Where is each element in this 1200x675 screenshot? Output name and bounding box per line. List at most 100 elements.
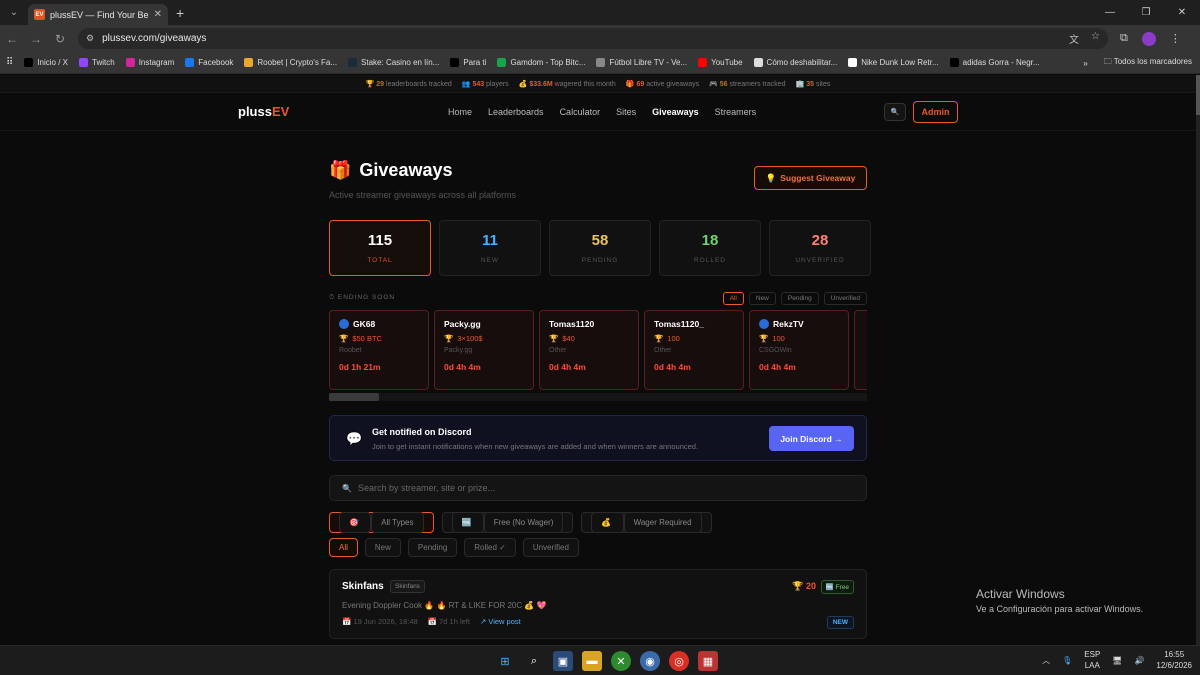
bookmark-item[interactable]: Nike Dunk Low Retr... [848,58,939,67]
volume-icon[interactable]: 🔊 [1134,656,1144,665]
nav-link-leaderboards[interactable]: Leaderboards [488,107,544,117]
extensions-icon[interactable]: ⧉ [1120,32,1128,45]
bookmark-item[interactable]: Fútbol Libre TV - Ve... [596,58,687,67]
page-subtitle: Active streamer giveaways across all pla… [329,190,517,200]
type-filter-1[interactable]: 🆓 Free (No Wager) [441,512,574,533]
status-filter-3[interactable]: Rolled ✓ [464,538,516,557]
app-icon-red[interactable]: ▦ [698,651,718,671]
reload-icon[interactable]: ↻ [48,32,72,46]
nav-link-calculator[interactable]: Calculator [560,107,601,117]
tab-search-icon[interactable]: ⌄ [0,0,28,25]
bookmark-item[interactable]: Cómo deshabilitar... [753,58,837,67]
language-indicator[interactable]: ESP LAA [1084,649,1100,671]
bookmark-item[interactable]: Roobet | Crypto's Fa... [244,58,337,67]
giveaway-card[interactable]: Tomas1120_ 🏆 100 Other 0d 4h 4m [644,310,744,390]
close-window-icon[interactable]: ✕ [1164,0,1200,25]
tab-close-icon[interactable]: ✕ [154,9,162,20]
status-filter-0[interactable]: All [329,538,358,557]
bookmark-item[interactable]: Inicio / X [24,58,68,67]
type-filter-2[interactable]: 💰 Wager Required [581,512,712,533]
ending-filter-new[interactable]: New [748,292,776,305]
omnibox[interactable]: ⚙ plussev.com/giveaways 文 ☆ [78,28,1108,49]
maximize-icon[interactable]: ❐ [1128,0,1164,25]
giveaway-card[interactable]: GK68 🏆 $50 BTC Roobet 0d 1h 21m [329,310,429,390]
bookmark-item[interactable]: Para ti [450,58,486,67]
new-tab-icon[interactable]: + [176,5,184,21]
giveaway-entry[interactable]: Skinfans Skinfans Evening Doppler Cook 🔥… [329,569,867,639]
clock[interactable]: 16:55 12/6/2026 [1156,649,1192,671]
giveaway-card[interactable]: Tomas1120 🏆 $40 Other 0d 4h 4m [539,310,639,390]
start-icon[interactable]: ⊞ [495,651,515,671]
file-explorer-icon[interactable]: ▬ [582,651,602,671]
tray-chevron-icon[interactable]: ︿ [1042,655,1050,666]
all-bookmarks[interactable]: 🗀 Todos los marcadores [1104,56,1192,70]
view-post-link[interactable]: ↗ View post [480,617,521,626]
giveaway-card[interactable]: RekzTV 🏆 100 CSGOWin 0d 4h 4m [749,310,849,390]
apps-icon[interactable]: ⠿ [6,57,13,68]
bookmark-item[interactable]: Gamdom - Top Bitc... [497,58,585,67]
ending-filter-all[interactable]: All [722,292,744,305]
suggest-giveaway-button[interactable]: 💡 Suggest Giveaway [754,166,867,190]
clock-time: 16:55 [1164,650,1185,659]
stat-card-new[interactable]: 11 NEW [439,220,541,276]
site-search-icon[interactable]: 🔍 [884,102,906,121]
xbox-icon[interactable]: ✕ [611,651,631,671]
profile-avatar[interactable] [1141,31,1156,46]
ending-filter-pending[interactable]: Pending [780,292,819,305]
giveaway-search-input[interactable] [357,483,758,493]
free-badge: 🆓 Free [820,580,854,594]
site-logo[interactable]: plussEV [238,104,289,119]
nav-link-sites[interactable]: Sites [616,107,636,117]
nav-link-home[interactable]: Home [448,107,472,117]
stat-card-rolled[interactable]: 18 ROLLED [659,220,761,276]
bookmark-star-icon[interactable]: ☆ [1091,31,1100,46]
bookmark-label: Stake: Casino en lín... [361,58,440,67]
bookmark-item[interactable]: adidas Gorra - Negr... [949,58,1040,67]
search-icon[interactable]: ⌕ [524,651,544,671]
stat-card-unverified[interactable]: 28 UNVERIFIED [769,220,871,276]
app-icon[interactable]: ◉ [640,651,660,671]
bookmark-item[interactable]: YouTube [698,58,743,67]
forward-icon[interactable]: → [24,32,48,46]
free-icon: 🆓 [825,584,834,591]
status-filter-2[interactable]: Pending [407,538,458,557]
admin-button[interactable]: Admin [913,100,958,123]
status-filter-4[interactable]: Unverified [522,538,579,557]
cards-scrollbar[interactable] [329,393,867,401]
microphone-icon[interactable]: 🎙 [1062,656,1072,665]
browser-tab[interactable]: EV plussEV — Find Your Best Leade ✕ [28,4,168,25]
chrome-icon[interactable]: ◎ [669,651,689,671]
type-filter-label: Free (No Wager) [483,512,564,533]
bookmark-label: Nike Dunk Low Retr... [861,58,939,67]
cards-scrollbar-thumb[interactable] [329,393,379,401]
bookmark-item[interactable]: Facebook [185,58,233,67]
store-icon[interactable]: ▣ [553,651,573,671]
giveaway-card[interactable]: Packy.gg 🏆 3×100$ Packy.gg 0d 4h 4m [434,310,534,390]
ending-filter-unverified[interactable]: Unverified [823,292,867,305]
stat-card-total[interactable]: 115 TOTAL [329,220,431,276]
bookmark-item[interactable]: Stake: Casino en lín... [348,58,439,67]
network-icon[interactable]: 🖥 [1112,656,1122,665]
bookmarks-overflow-icon[interactable]: » [1083,59,1087,68]
bookmark-item[interactable]: Instagram [125,58,174,67]
giveaway-card-partial[interactable] [854,310,867,390]
site-info-icon[interactable]: ⚙ [86,33,94,44]
status-filter-1[interactable]: New [364,538,401,557]
entry-streamer-name[interactable]: Skinfans [342,581,384,592]
stat-card-pending[interactable]: 58 PENDING [549,220,651,276]
browser-menu-icon[interactable]: ⋮ [1170,32,1181,45]
back-icon[interactable]: ← [0,32,24,46]
join-discord-button[interactable]: Join Discord → [769,426,854,451]
url-text[interactable]: plussev.com/giveaways [102,33,1061,44]
gift-icon: 🎁 [625,80,635,88]
nav-link-giveaways[interactable]: Giveaways [652,107,699,117]
nav-link-streamers[interactable]: Streamers [715,107,757,117]
activate-title: Activar Windows [976,587,1065,601]
type-filter-0[interactable]: 🎯 All Types [329,512,434,533]
translate-icon[interactable]: 文 [1069,31,1079,46]
bookmark-item[interactable]: Twitch [79,58,115,67]
page-scrollbar[interactable] [1196,75,1200,645]
minimize-icon[interactable]: — [1092,0,1128,25]
giveaway-search[interactable]: 🔍 [329,475,867,501]
page-scrollbar-thumb[interactable] [1196,75,1200,115]
